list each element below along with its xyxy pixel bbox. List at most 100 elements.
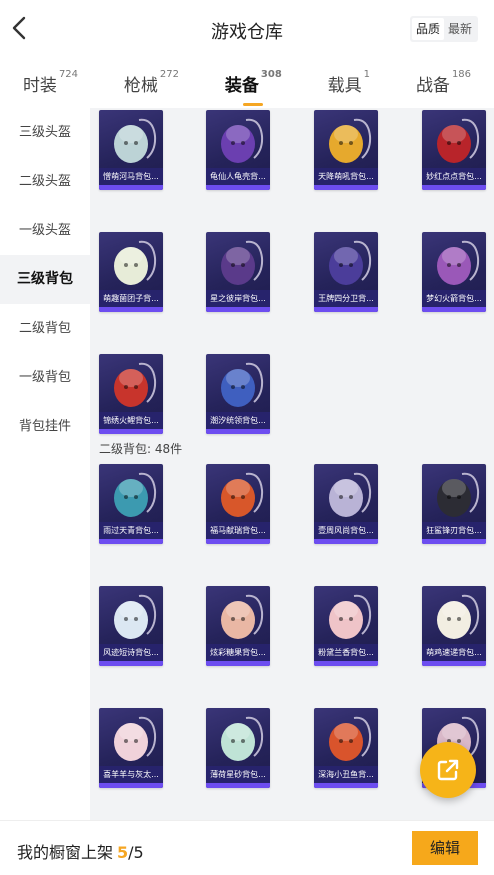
item-name: 雨过天青背包...: [99, 522, 163, 539]
item-card[interactable]: 福马献瑞背包...: [206, 464, 270, 544]
sidebar-item-level2-backpack[interactable]: 二级背包: [0, 304, 90, 353]
koi-backpack-icon: [99, 354, 163, 412]
item-name: 粉黛兰香背包...: [314, 644, 378, 661]
fortune-horse-backpack-icon: [206, 464, 270, 522]
sidebar-item-backpack-pendant[interactable]: 背包挂件: [0, 402, 90, 451]
item-card[interactable]: 雨过天青背包...: [99, 464, 163, 544]
tab-label: 载具: [327, 75, 362, 96]
sidebar: 三级头盔 二级头盔 一级头盔 三级背包 二级背包 一级背包 背包挂件: [0, 108, 90, 820]
item-name: 萌鸡速递背包...: [422, 644, 486, 661]
quality-bar: [99, 661, 163, 666]
item-card[interactable]: 深海小丑鱼背...: [314, 708, 378, 788]
share-external-icon: [437, 759, 459, 781]
quality-bar: [422, 185, 486, 190]
turtle-shell-backpack-icon: [206, 110, 270, 168]
item-name: 天降萌吼背包...: [314, 168, 378, 185]
edit-button[interactable]: 编辑: [412, 831, 478, 865]
item-name: 梦幻火箭背包...: [422, 290, 486, 307]
pink-orchid-backpack-icon: [314, 586, 378, 644]
mushroom-backpack-icon: [99, 232, 163, 290]
sidebar-item-level2-helmet[interactable]: 二级头盔: [0, 157, 90, 206]
showcase-count: 我的橱窗上架 5/5: [17, 839, 144, 863]
item-name: 憎萌河马背包...: [99, 168, 163, 185]
item-name: 喜羊羊与灰太...: [99, 766, 163, 783]
item-card[interactable]: 潮汐统领背包...: [206, 354, 270, 434]
tab-label: 装备: [224, 75, 259, 96]
item-card[interactable]: 壹周风尚背包...: [314, 464, 378, 544]
sidebar-item-level1-helmet[interactable]: 一级头盔: [0, 206, 90, 255]
item-card[interactable]: 萌鸡速递背包...: [422, 586, 486, 666]
quality-bar: [422, 661, 486, 666]
sidebar-item-level1-backpack[interactable]: 一级背包: [0, 353, 90, 402]
section-header: 二级背包: 48件: [99, 442, 183, 456]
quality-bar: [422, 539, 486, 544]
chick-courier-backpack-icon: [422, 586, 486, 644]
item-card[interactable]: 妙红点点背包...: [422, 110, 486, 190]
tab-count: 724: [58, 68, 79, 80]
quality-bar: [206, 307, 270, 312]
item-card[interactable]: 风迹短诗背包...: [99, 586, 163, 666]
quality-bar: [206, 185, 270, 190]
share-button[interactable]: [420, 742, 476, 798]
item-name: 锦绣火鲤背包...: [99, 412, 163, 429]
item-card[interactable]: 王牌四分卫背...: [314, 232, 378, 312]
item-name: 妙红点点背包...: [422, 168, 486, 185]
quality-bar: [206, 783, 270, 788]
rocket-backpack-icon: [422, 232, 486, 290]
category-tabs: 时装724 枪械272 装备308 载具1 战备186: [0, 58, 494, 108]
sort-toggle: 品质 最新: [409, 16, 478, 42]
item-card[interactable]: 喜羊羊与灰太...: [99, 708, 163, 788]
quality-bar: [206, 429, 270, 434]
quality-bar: [314, 783, 378, 788]
item-card[interactable]: 星之彼岸背包...: [206, 232, 270, 312]
hippo-backpack-icon: [99, 110, 163, 168]
tab-supplies[interactable]: 战备186: [414, 68, 473, 96]
quarterback-backpack-icon: [314, 232, 378, 290]
tab-vehicles[interactable]: 载具1: [326, 68, 372, 96]
footer-bar: 我的橱窗上架 5/5 编辑: [0, 820, 494, 875]
sidebar-item-level3-helmet[interactable]: 三级头盔: [0, 108, 90, 157]
item-card[interactable]: 炫彩糖果背包...: [206, 586, 270, 666]
sort-quality-button[interactable]: 品质: [411, 18, 444, 40]
item-name: 风迹短诗背包...: [99, 644, 163, 661]
quality-bar: [206, 661, 270, 666]
item-card[interactable]: 龟仙人龟壳背...: [206, 110, 270, 190]
tab-count: 186: [451, 68, 472, 80]
quality-bar: [99, 307, 163, 312]
item-card[interactable]: 锦绣火鲤背包...: [99, 354, 163, 434]
item-grid: 憎萌河马背包... 龟仙人龟壳背... 天降萌吼背包... 妙红点点背包... 萌趣菌团…: [90, 108, 494, 820]
quality-bar: [99, 539, 163, 544]
tab-guns[interactable]: 枪械272: [122, 68, 181, 96]
showcase-total: /5: [128, 843, 144, 862]
star-shore-backpack-icon: [206, 232, 270, 290]
item-name: 壹周风尚背包...: [314, 522, 378, 539]
item-card[interactable]: 萌趣菌团子背...: [99, 232, 163, 312]
item-card[interactable]: 薄荷星砂背包...: [206, 708, 270, 788]
clownfish-backpack-icon: [314, 708, 378, 766]
shark-blade-backpack-icon: [422, 464, 486, 522]
quality-bar: [99, 783, 163, 788]
yellow-backpack-icon: [314, 110, 378, 168]
tab-label: 枪械: [123, 75, 158, 96]
ladybug-backpack-icon: [422, 110, 486, 168]
item-card[interactable]: 狂鲨锋刃背包...: [422, 464, 486, 544]
tab-count: 1: [363, 68, 371, 80]
item-card[interactable]: 天降萌吼背包...: [314, 110, 378, 190]
purple-fashion-backpack-icon: [314, 464, 378, 522]
item-name: 潮汐统领背包...: [206, 412, 270, 429]
showcase-label: 我的橱窗上架: [17, 843, 114, 862]
tab-count: 272: [159, 68, 180, 80]
item-name: 星之彼岸背包...: [206, 290, 270, 307]
quality-bar: [99, 429, 163, 434]
item-card[interactable]: 憎萌河马背包...: [99, 110, 163, 190]
item-name: 薄荷星砂背包...: [206, 766, 270, 783]
showcase-current: 5: [117, 843, 129, 862]
sort-newest-button[interactable]: 最新: [444, 18, 476, 40]
tab-equipment[interactable]: 装备308: [223, 68, 284, 106]
tab-fashion[interactable]: 时装724: [21, 68, 80, 96]
sidebar-item-level3-backpack[interactable]: 三级背包: [0, 255, 90, 304]
quality-bar: [422, 307, 486, 312]
item-card[interactable]: 粉黛兰香背包...: [314, 586, 378, 666]
item-card[interactable]: 梦幻火箭背包...: [422, 232, 486, 312]
tab-count: 308: [260, 68, 282, 80]
